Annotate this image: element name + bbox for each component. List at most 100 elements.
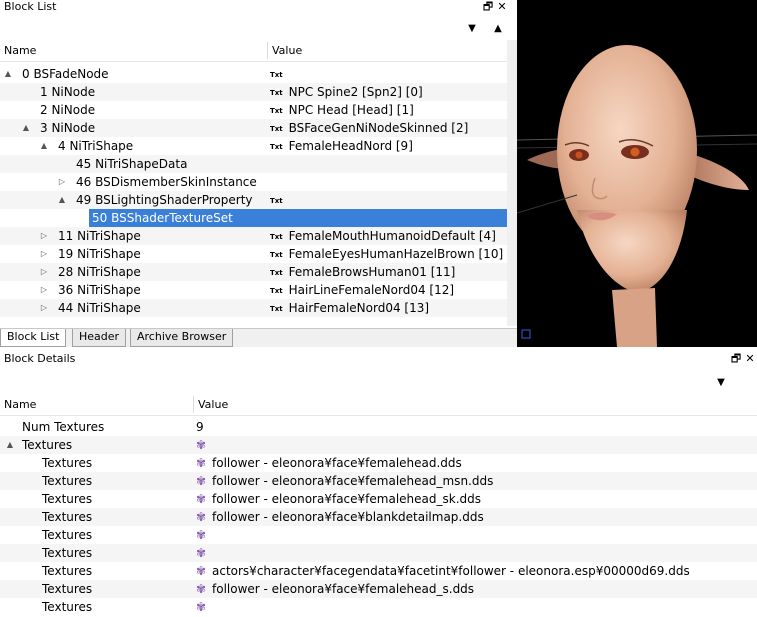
expand-arrow-icon[interactable]: ▲	[3, 65, 13, 83]
tree-row-value: Txt FemaleBrowsHuman01 [11]	[270, 263, 455, 282]
texture-flower-icon: ✾	[196, 510, 207, 524]
value-column-header[interactable]: Value	[198, 394, 228, 416]
detail-row[interactable]: Textures ✾ follower - eleonora¥face¥female…	[0, 580, 757, 598]
tree-row[interactable]: 2 NiNode Txt NPC Head [Head] [1]	[0, 101, 507, 119]
tab-header[interactable]: Header	[72, 329, 127, 347]
txt-icon: Txt	[270, 89, 283, 97]
detail-row[interactable]: Textures ✾ follower - eleonora¥face¥female…	[0, 472, 757, 490]
detail-row-value[interactable]: ✾	[196, 544, 212, 562]
block-details-tree: Num Textures 9 ▲ Textures ✾ Textures ✾ follower…	[0, 418, 757, 616]
expand-arrow-icon[interactable]: ▲	[39, 137, 49, 155]
float-icon[interactable]: 🗗	[729, 352, 743, 365]
detail-row[interactable]: Textures ✾	[0, 526, 757, 544]
tree-row[interactable]: 1 NiNode Txt NPC Spine2 [Spn2] [0]	[0, 83, 507, 101]
detail-row-name: Textures	[42, 528, 93, 542]
tree-row-value: Txt NPC Spine2 [Spn2] [0]	[270, 83, 423, 102]
expand-arrow-icon[interactable]: ▷	[39, 245, 49, 263]
expand-arrow-icon[interactable]: ▲	[57, 191, 67, 209]
expand-arrow-icon[interactable]: ▷	[39, 281, 49, 299]
tree-row[interactable]: ▲ 0 BSFadeNode Txt	[0, 65, 507, 83]
texture-flower-icon: ✾	[196, 528, 207, 542]
tree-row[interactable]: ▲ 49 BSLightingShaderProperty Txt	[0, 191, 507, 209]
column-divider[interactable]	[193, 396, 194, 413]
expand-arrow-icon[interactable]: ▷	[39, 263, 49, 281]
detail-row-value[interactable]: 9	[196, 418, 204, 436]
detail-row-name: Textures	[42, 510, 93, 524]
detail-row[interactable]: Textures ✾ actors¥character¥facegendata¥fa…	[0, 562, 757, 580]
detail-row-value[interactable]: ✾ follower - eleonora¥face¥femalehead_s.d…	[196, 580, 474, 598]
column-divider[interactable]	[267, 42, 268, 59]
detail-row[interactable]: Textures ✾	[0, 598, 757, 616]
block-list-tabs: Block List Header Archive Browser	[0, 328, 517, 347]
texture-flower-icon: ✾	[196, 600, 207, 614]
detail-row-value[interactable]: ✾ actors¥character¥facegendata¥facetint¥f…	[196, 562, 690, 580]
tab-block-list[interactable]: Block List	[0, 329, 67, 347]
txt-icon: Txt	[270, 143, 283, 151]
close-icon[interactable]: ✕	[743, 352, 757, 365]
close-icon[interactable]: ✕	[495, 0, 509, 13]
detail-row[interactable]: Textures ✾ follower - eleonora¥face¥blankd…	[0, 508, 757, 526]
texture-flower-icon: ✾	[196, 582, 207, 596]
tree-row[interactable]: ▷ 28 NiTriShape Txt FemaleBrowsHuman01 [11]	[0, 263, 507, 281]
tree-row[interactable]: ▷ 19 NiTriShape Txt FemaleEyesHumanHazelBro…	[0, 245, 507, 263]
detail-row[interactable]: Textures ✾ follower - eleonora¥face¥female…	[0, 454, 757, 472]
detail-row[interactable]: Textures ✾	[0, 544, 757, 562]
detail-row-name: Textures	[42, 492, 93, 506]
detail-row[interactable]: Textures ✾ follower - eleonora¥face¥female…	[0, 490, 757, 508]
texture-flower-icon: ✾	[196, 474, 207, 488]
detail-row-value[interactable]: ✾ follower - eleonora¥face¥femalehead.dds	[196, 454, 462, 472]
expand-arrow-icon[interactable]: ▲	[5, 436, 15, 454]
expand-arrow-icon[interactable]: ▲	[21, 119, 31, 137]
detail-row-value[interactable]: ✾ follower - eleonora¥face¥femalehead_msn…	[196, 472, 493, 490]
detail-row-value[interactable]: ✾ follower - eleonora¥face¥blankdetailmap…	[196, 508, 484, 526]
detail-row-name: Textures	[42, 546, 93, 560]
name-column-header[interactable]: Name	[4, 394, 36, 416]
tree-row-value: Txt NPC Head [Head] [1]	[270, 101, 414, 120]
float-icon[interactable]: 🗗	[481, 0, 495, 13]
txt-icon: Txt	[270, 251, 283, 259]
texture-flower-icon: ✾	[196, 492, 207, 506]
tree-row-value-text: FemaleBrowsHuman01 [11]	[288, 265, 456, 279]
tree-row[interactable]: ▲ 4 NiTriShape Txt FemaleHeadNord [9]	[0, 137, 507, 155]
block-details-title: Block Details	[4, 352, 76, 365]
collapse-all-button[interactable]: ▼	[708, 376, 734, 390]
name-column-header[interactable]: Name	[4, 40, 36, 62]
detail-row-value-text: follower - eleonora¥face¥femalehead_msn.…	[212, 474, 494, 488]
render-viewport[interactable]	[517, 0, 757, 347]
texture-flower-icon: ✾	[196, 564, 207, 578]
expand-arrow-icon[interactable]: ▷	[57, 173, 67, 191]
tree-row[interactable]: ▷ 44 NiTriShape Txt HairFemaleNord04 [13]	[0, 299, 507, 317]
expand-arrow-icon[interactable]: ▷	[39, 227, 49, 245]
detail-row-value[interactable]: ✾	[196, 436, 212, 454]
detail-row-value[interactable]: ✾	[196, 526, 212, 544]
detail-row[interactable]: ▲ Textures ✾	[0, 436, 757, 454]
tree-row[interactable]: 45 NiTriShapeData	[0, 155, 507, 173]
detail-row-value-text: follower - eleonora¥face¥femalehead_s.dd…	[212, 582, 475, 596]
value-column-header[interactable]: Value	[272, 40, 302, 62]
txt-icon: Txt	[270, 287, 283, 295]
tree-row[interactable]: ▲ 3 NiNode Txt BSFaceGenNiNodeSkinned [2]	[0, 119, 507, 137]
tree-row-name: 2 NiNode	[40, 103, 96, 117]
tree-row-value: Txt HairFemaleNord04 [13]	[270, 299, 429, 318]
detail-row-value[interactable]: ✾ follower - eleonora¥face¥femalehead_sk.…	[196, 490, 481, 508]
tree-row-name: 45 NiTriShapeData	[76, 157, 188, 171]
tree-row[interactable]: 50 BSShaderTextureSet	[0, 209, 507, 227]
detail-row-value-text: follower - eleonora¥face¥blankdetailmap.…	[212, 510, 484, 524]
tab-archive-browser[interactable]: Archive Browser	[130, 329, 234, 347]
collapse-all-button[interactable]: ▼	[459, 22, 485, 36]
tree-row-name: 50 BSShaderTextureSet	[89, 209, 507, 227]
texture-flower-icon: ✾	[196, 438, 207, 452]
detail-row[interactable]: Num Textures 9	[0, 418, 757, 436]
tree-row-value: Txt	[270, 65, 289, 84]
tree-row[interactable]: ▷ 11 NiTriShape Txt FemaleMouthHumanoidDefa…	[0, 227, 507, 245]
block-list-scrollbar[interactable]	[507, 40, 517, 326]
tree-row[interactable]: ▷ 46 BSDismemberSkinInstance	[0, 173, 507, 191]
tree-row-name: 46 BSDismemberSkinInstance	[76, 175, 257, 189]
tree-row-value-text: NPC Spine2 [Spn2] [0]	[288, 85, 423, 99]
tree-row-value-text: FemaleEyesHumanHazelBrown [10]	[288, 247, 504, 261]
detail-row-value[interactable]: ✾	[196, 598, 212, 616]
expand-arrow-icon[interactable]: ▷	[39, 299, 49, 317]
tree-row[interactable]: ▷ 36 NiTriShape Txt HairLineFemaleNord04 [1…	[0, 281, 507, 299]
expand-all-button[interactable]: ▲	[485, 22, 511, 36]
tree-row-value: Txt FemaleMouthHumanoidDefault [4]	[270, 227, 496, 246]
